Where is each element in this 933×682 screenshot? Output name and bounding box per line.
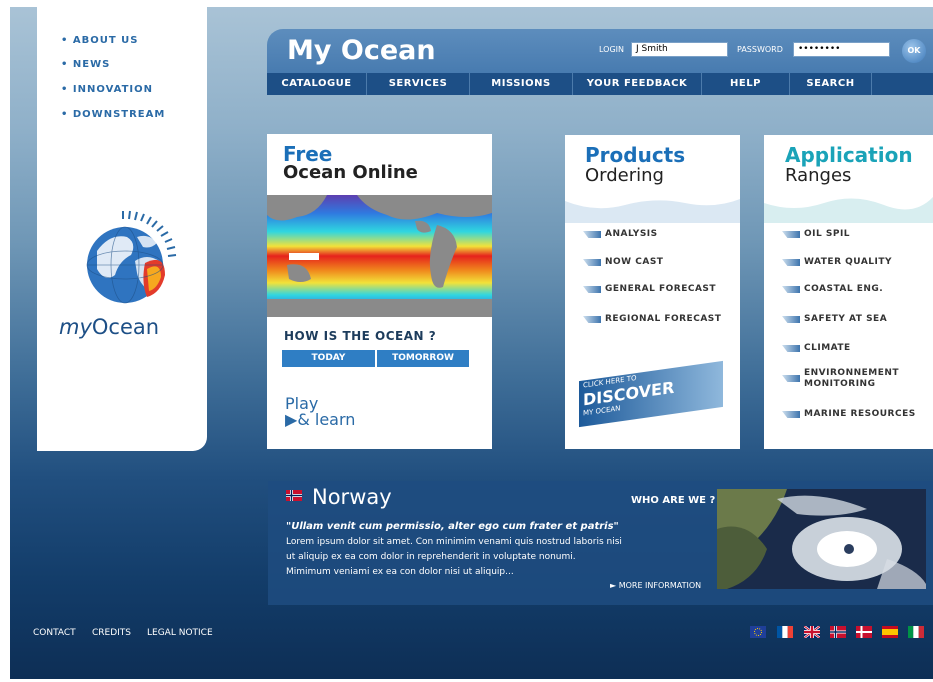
- bullet-icon: [583, 316, 601, 323]
- who-are-we-link[interactable]: WHO ARE WE ?: [631, 495, 715, 506]
- password-label: PASSWORD: [737, 45, 783, 54]
- products-heading: Products: [585, 143, 686, 167]
- products-ordering-card: Products Ordering ANALYSIS NOW CAST GENE…: [565, 135, 740, 449]
- play-and-learn-link[interactable]: Play ▶& learn: [285, 396, 355, 428]
- footer-legal-notice-link[interactable]: LEGAL NOTICE: [147, 628, 213, 638]
- ocean-temperature-map[interactable]: [267, 195, 492, 317]
- wave-decoration: [565, 199, 740, 223]
- eu-flag-icon[interactable]: [750, 626, 766, 638]
- bullet-icon: [583, 231, 601, 238]
- left-nav-downstream[interactable]: DOWNSTREAM: [61, 109, 165, 120]
- nav-catalogue[interactable]: CATALOGUE: [267, 73, 367, 95]
- range-item-marine-resources[interactable]: MARINE RESOURCES: [804, 409, 916, 420]
- play-arrow-icon: ▶: [285, 410, 298, 429]
- bullet-icon: [782, 411, 800, 418]
- product-item-general-forecast[interactable]: GENERAL FORECAST: [605, 284, 716, 295]
- bullet-icon: [782, 316, 800, 323]
- news-body-line: Mimimum veniami ex ea con dolor nisi ut …: [286, 567, 514, 577]
- spain-flag-icon[interactable]: [882, 626, 898, 638]
- satellite-hurricane-image: [717, 489, 926, 589]
- left-nav-about-us[interactable]: ABOUT US: [61, 35, 138, 46]
- italy-flag-icon[interactable]: [908, 626, 924, 638]
- free-ocean-online-card: Free Ocean Online HOW IS THE OCEAN ? TOD…: [267, 134, 492, 449]
- bullet-icon: [782, 259, 800, 266]
- product-item-regional-forecast[interactable]: REGIONAL FORECAST: [605, 314, 721, 325]
- header-bar: My Ocean LOGIN J Smith PASSWORD ••••••••…: [267, 29, 933, 95]
- left-nav-news[interactable]: NEWS: [61, 59, 110, 70]
- norway-flag-icon[interactable]: [830, 626, 846, 638]
- range-item-environnement-monitoring[interactable]: ENVIRONNEMENT MONITORING: [804, 368, 914, 390]
- more-information-link[interactable]: ► MORE INFORMATION: [610, 581, 701, 590]
- denmark-flag-icon[interactable]: [856, 626, 872, 638]
- bullet-icon: [782, 286, 800, 293]
- range-item-oil-spil[interactable]: OIL SPIL: [804, 229, 850, 240]
- range-item-safety-at-sea[interactable]: SAFETY AT SEA: [804, 314, 887, 325]
- today-button[interactable]: TODAY: [282, 350, 375, 367]
- ordering-heading: Ordering: [585, 165, 664, 186]
- globe-logo-icon: [86, 210, 177, 304]
- application-heading: Application: [785, 143, 913, 167]
- nav-missions[interactable]: MISSIONS: [470, 73, 573, 95]
- site-title: My Ocean: [287, 35, 436, 66]
- logo-text: myOcean: [59, 315, 160, 339]
- nav-help[interactable]: HELP: [702, 73, 790, 95]
- nav-services[interactable]: SERVICES: [367, 73, 470, 95]
- bullet-icon: [782, 231, 800, 238]
- range-item-climate[interactable]: CLIMATE: [804, 343, 851, 354]
- nav-your-feedback[interactable]: YOUR FEEDBACK: [573, 73, 702, 95]
- bullet-icon: [583, 286, 601, 293]
- range-item-coastal-eng[interactable]: COASTAL ENG.: [804, 284, 883, 295]
- main-nav: CATALOGUE SERVICES MISSIONS YOUR FEEDBAC…: [267, 73, 933, 95]
- footer-contact-link[interactable]: CONTACT: [33, 628, 76, 638]
- bullet-icon: [782, 375, 800, 382]
- news-panel: Norway WHO ARE WE ? "Ullam venit cum per…: [268, 481, 933, 605]
- login-label: LOGIN: [599, 45, 625, 54]
- range-item-water-quality[interactable]: WATER QUALITY: [804, 257, 892, 268]
- discover-my-ocean-banner[interactable]: CLICK HERE TO DISCOVER MY OCEAN: [579, 360, 723, 428]
- tomorrow-button[interactable]: TOMORROW: [377, 350, 469, 367]
- norway-flag-icon: [286, 490, 302, 501]
- news-quote: "Ullam venit cum permissio, alter ego cu…: [286, 521, 619, 532]
- application-ranges-card: Application Ranges OIL SPIL WATER QUALIT…: [764, 135, 933, 449]
- ocean-online-heading: Ocean Online: [283, 162, 418, 183]
- page-background: ABOUT US NEWS INNOVATION DOWNSTREAM: [10, 7, 933, 679]
- product-item-now-cast[interactable]: NOW CAST: [605, 257, 663, 268]
- uk-flag-icon[interactable]: [804, 626, 820, 638]
- wave-decoration: [764, 197, 933, 223]
- how-is-the-ocean-title: HOW IS THE OCEAN ?: [284, 329, 437, 343]
- bullet-icon: [782, 345, 800, 352]
- news-title: Norway: [312, 485, 392, 509]
- news-body-line: Lorem ipsum dolor sit amet. Con minimim …: [286, 537, 622, 547]
- product-item-analysis[interactable]: ANALYSIS: [605, 229, 658, 240]
- login-field[interactable]: J Smith: [631, 42, 728, 57]
- nav-search[interactable]: SEARCH: [790, 73, 872, 95]
- bullet-icon: [583, 259, 601, 266]
- ok-button[interactable]: OK: [902, 39, 926, 63]
- left-nav-innovation[interactable]: INNOVATION: [61, 84, 153, 95]
- footer-credits-link[interactable]: CREDITS: [92, 628, 131, 638]
- left-panel: ABOUT US NEWS INNOVATION DOWNSTREAM: [37, 7, 207, 451]
- password-field[interactable]: ••••••••: [793, 42, 890, 57]
- news-body-line: ut aliquip ex ea com dolor in reprehende…: [286, 552, 576, 562]
- france-flag-icon[interactable]: [777, 626, 793, 638]
- ranges-heading: Ranges: [785, 165, 852, 186]
- learn-label: & learn: [297, 410, 356, 429]
